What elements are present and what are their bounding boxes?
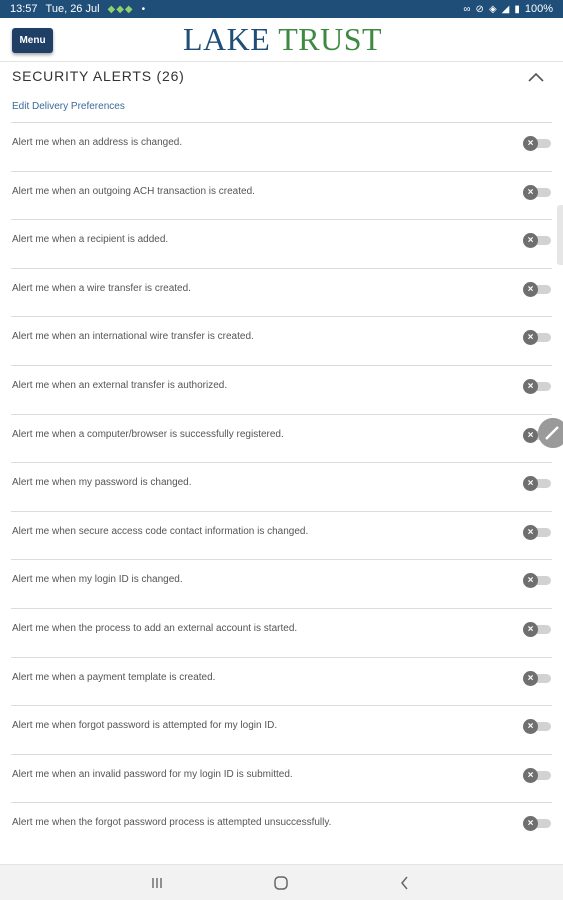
close-icon: × (523, 233, 538, 249)
alert-row: Alert me when a wire transfer is created… (11, 267, 552, 317)
alert-label: Alert me when my password is changed. (12, 477, 192, 489)
close-icon: × (523, 427, 538, 443)
signal-icon: ◢ (501, 3, 510, 15)
alert-label: Alert me when secure access code contact… (12, 525, 309, 537)
alert-row: Alert me when forgot password is attempt… (11, 705, 552, 754)
alert-row: Alert me when an international wire tran… (11, 316, 552, 365)
close-icon: × (523, 184, 538, 200)
alert-toggle[interactable]: × (523, 184, 551, 200)
alert-toggle[interactable]: × (523, 670, 551, 686)
section-title: SECURITY ALERTS (26) (12, 68, 185, 84)
close-icon: × (523, 524, 538, 540)
alert-label: Alert me when the process to add an exte… (12, 622, 298, 634)
alert-toggle[interactable]: × (523, 621, 551, 637)
alert-label: Alert me when an international wire tran… (12, 331, 254, 343)
battery-icon: ▮ (514, 3, 520, 15)
chevron-up-icon[interactable] (527, 70, 545, 84)
alert-row: Alert me when a payment template is crea… (11, 656, 552, 706)
alert-toggle[interactable]: × (523, 767, 551, 783)
clock: 13:57 (10, 3, 38, 15)
alert-toggle[interactable]: × (523, 330, 551, 346)
alert-row: Alert me when my password is changed. × (11, 462, 552, 511)
mute-icon: ⊘ (475, 3, 484, 15)
alert-row: Alert me when an invalid password for my… (11, 753, 552, 803)
alert-label: Alert me when an outgoing ACH transactio… (12, 185, 255, 197)
home-icon[interactable] (271, 873, 291, 893)
status-bar: 13:57 Tue, 26 Jul ◆◆◆ • ∞ ⊘ ◈ ◢ ▮ 100% (0, 0, 563, 18)
alert-label: Alert me when forgot password is attempt… (12, 720, 278, 732)
alert-toggle[interactable]: × (523, 233, 551, 249)
close-icon: × (523, 378, 538, 394)
alert-label: Alert me when the forgot password proces… (12, 817, 332, 829)
logo: LAKE TRUST (183, 20, 382, 58)
close-icon: × (523, 573, 538, 589)
alert-row: Alert me when my login ID is changed. × (11, 559, 552, 608)
close-icon: × (523, 621, 538, 637)
alert-toggle[interactable]: × (523, 136, 551, 151)
app-header: Menu LAKE TRUST (0, 18, 563, 62)
alert-label: Alert me when a wire transfer is created… (12, 282, 191, 294)
recent-apps-icon[interactable] (147, 873, 167, 893)
edge-panel-handle[interactable] (557, 205, 563, 265)
section-header[interactable]: SECURITY ALERTS (26) (0, 62, 563, 98)
close-icon: × (523, 767, 538, 783)
alert-row: Alert me when secure access code contact… (11, 510, 552, 560)
dot-icon: • (141, 3, 146, 15)
alert-row: Alert me when an outgoing ACH transactio… (11, 170, 552, 220)
alert-row: Alert me when a recipient is added. × (11, 219, 552, 268)
alert-toggle[interactable]: × (523, 816, 551, 832)
logo-word-trust: TRUST (278, 21, 383, 57)
alert-label: Alert me when an invalid password for my… (12, 768, 293, 780)
alert-toggle[interactable]: × (523, 281, 551, 297)
pencil-icon[interactable] (538, 418, 563, 448)
close-icon: × (523, 476, 538, 492)
close-icon: × (523, 816, 538, 832)
close-icon: × (523, 330, 538, 346)
logo-word-lake: LAKE (183, 21, 271, 57)
alert-row: Alert me when an address is changed. × (11, 122, 552, 171)
alert-label: Alert me when my login ID is changed. (12, 574, 183, 586)
date: Tue, 26 Jul (45, 3, 100, 15)
back-icon[interactable] (395, 873, 415, 893)
edit-delivery-preferences-link[interactable]: Edit Delivery Preferences (12, 101, 125, 112)
leaf-icon: ◆◆◆ (107, 3, 134, 15)
alert-toggle[interactable]: × (523, 719, 551, 735)
alert-label: Alert me when an address is changed. (12, 137, 183, 148)
close-icon: × (523, 281, 538, 297)
battery-level: 100% (524, 3, 553, 15)
navigation-bar (0, 864, 563, 900)
alert-label: Alert me when an external transfer is au… (12, 379, 228, 391)
alert-row: Alert me when an external transfer is au… (11, 364, 552, 414)
alert-toggle[interactable]: × (523, 573, 551, 589)
alert-label: Alert me when a payment template is crea… (12, 671, 216, 683)
wifi-icon: ◈ (488, 3, 497, 15)
alert-label: Alert me when a recipient is added. (12, 234, 169, 246)
close-icon: × (523, 136, 538, 151)
alerts-list: Alert me when an address is changed. × Ale… (11, 122, 552, 851)
alert-row: Alert me when a computer/browser is succ… (11, 413, 552, 463)
alert-label: Alert me when a computer/browser is succ… (12, 428, 284, 440)
alert-row: Alert me when the forgot password proces… (11, 802, 552, 851)
link-icon: ∞ (463, 3, 471, 15)
alert-row: Alert me when the process to add an exte… (11, 607, 552, 657)
alert-toggle[interactable]: × (523, 378, 551, 394)
close-icon: × (523, 719, 538, 735)
alert-toggle[interactable]: × (523, 476, 551, 492)
menu-button[interactable]: Menu (12, 28, 53, 53)
alert-toggle[interactable]: × (523, 524, 551, 540)
close-icon: × (523, 670, 538, 686)
